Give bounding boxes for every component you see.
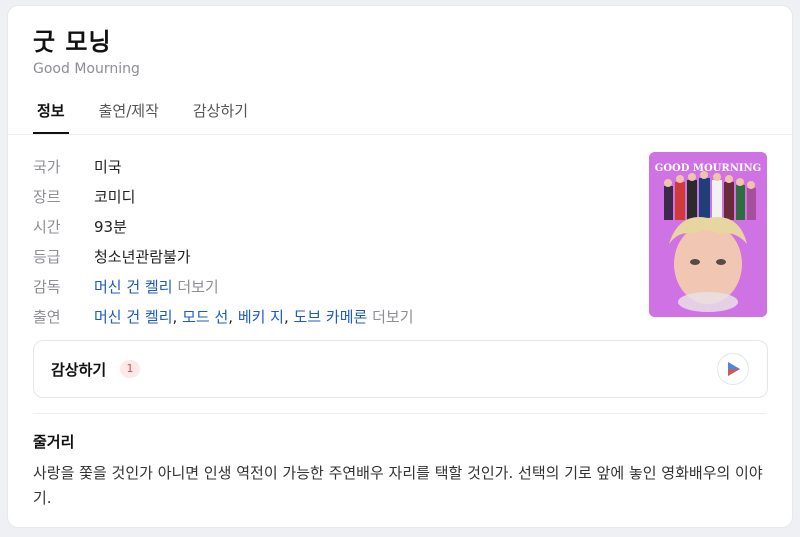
director-more-link[interactable]: 더보기 <box>177 278 218 296</box>
tab-info[interactable]: 정보 <box>33 100 69 134</box>
section-divider <box>33 413 766 414</box>
tab-watch[interactable]: 감상하기 <box>189 100 252 134</box>
info-label: 출연 <box>33 307 61 326</box>
watch-label: 감상하기 <box>51 361 107 379</box>
cast-link[interactable]: 모드 선 <box>182 308 228 326</box>
tab-bar: 정보 출연/제작 감상하기 <box>33 100 278 134</box>
plot-heading: 줄거리 <box>33 433 75 451</box>
info-row-cast: 출연 머신 건 켈리, 모드 선, 베키 지, 도브 카메론 더보기 <box>33 301 623 331</box>
cast-link[interactable]: 베키 지 <box>238 308 284 326</box>
tab-divider <box>8 134 792 135</box>
movie-title: 굿 모닝 <box>33 28 112 56</box>
info-row-genre: 장르 코미디 <box>33 181 623 211</box>
info-value: 청소년관람불가 <box>94 247 191 266</box>
cast-link[interactable]: 머신 건 켈리 <box>94 308 173 326</box>
poster-artwork: GOOD MOURNING <box>649 152 767 317</box>
cast-separator: , <box>228 307 238 326</box>
info-label: 국가 <box>33 157 61 176</box>
info-row-country: 국가 미국 <box>33 151 623 181</box>
cast-more-link[interactable]: 더보기 <box>372 308 413 326</box>
play-button[interactable] <box>717 353 749 385</box>
info-label: 장르 <box>33 187 61 206</box>
info-label: 감독 <box>33 277 61 296</box>
movie-info-card: 굿 모닝 Good Mourning 정보 출연/제작 감상하기 국가 미국 장… <box>8 6 792 527</box>
tab-cast-production[interactable]: 출연/제작 <box>95 100 163 134</box>
cast-separator: , <box>283 307 294 326</box>
info-label: 등급 <box>33 247 61 266</box>
movie-original-title: Good Mourning <box>33 61 140 77</box>
play-triangle-icon <box>728 362 740 376</box>
watch-section[interactable]: 감상하기 1 <box>33 340 768 398</box>
cast-link[interactable]: 도브 카메론 <box>294 308 368 326</box>
movie-poster[interactable]: GOOD MOURNING <box>649 152 767 317</box>
info-label: 시간 <box>33 217 61 236</box>
watch-count-badge: 1 <box>120 360 140 378</box>
poster-title-text: GOOD MOURNING <box>655 163 761 174</box>
info-value: 93분 <box>94 217 127 236</box>
info-value: 미국 <box>94 157 122 176</box>
info-row-runtime: 시간 93분 <box>33 211 623 241</box>
cast-separator: , <box>172 307 183 326</box>
director-link[interactable]: 머신 건 켈리 <box>94 278 173 296</box>
info-value: 코미디 <box>94 187 136 206</box>
info-row-director: 감독 머신 건 켈리 더보기 <box>33 271 623 301</box>
info-row-rating: 등급 청소년관람불가 <box>33 241 623 271</box>
info-list: 국가 미국 장르 코미디 시간 93분 등급 청소년관람불가 감독 머신 건 켈… <box>33 151 623 331</box>
plot-summary: 사랑을 쫓을 것인가 아니면 인생 역전이 가능한 주연배우 자리를 택할 것인… <box>33 464 763 507</box>
